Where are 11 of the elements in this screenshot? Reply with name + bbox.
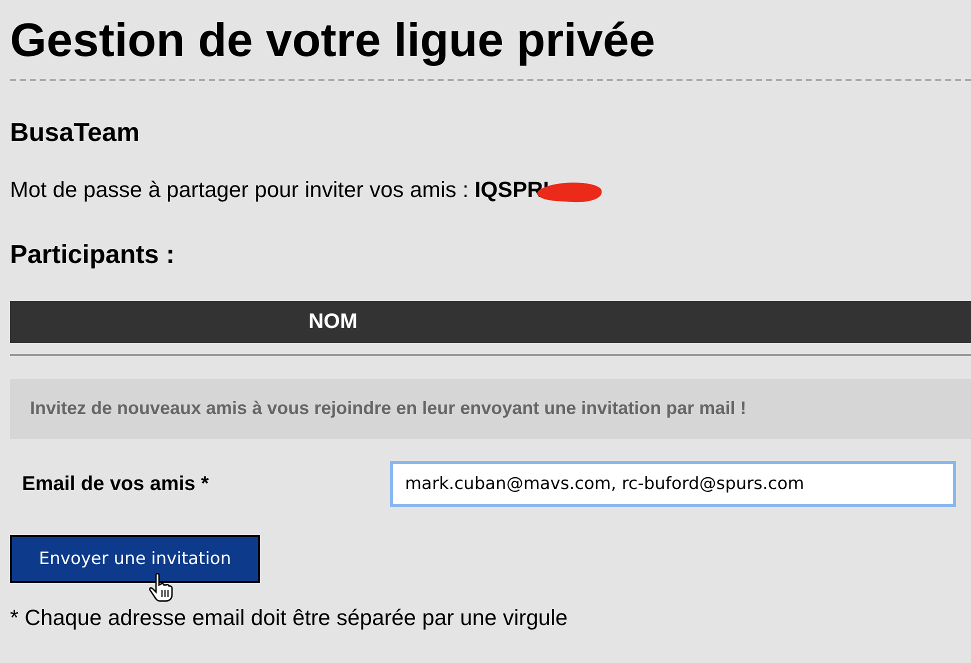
hand-cursor-icon — [148, 573, 174, 603]
participants-heading: Participants : — [10, 239, 176, 269]
column-header: NOM — [308, 309, 358, 335]
page-title: Gestion de votre ligue privée — [10, 12, 656, 66]
send-invitation-button[interactable]: Envoyer une invitation — [10, 535, 260, 583]
info-banner: Invitez de nouveaux amis à vous rejoindre en leur envoyant une invitation par mail ! — [10, 379, 971, 439]
email-field[interactable]: mark.cuban@mavs.com, rc-buford@spurs.com — [390, 461, 956, 507]
footnote: * Chaque adresse email doit être séparée par une virgule — [10, 605, 569, 631]
email-label: Email de vos amis * — [21, 472, 210, 496]
password-label: Mot de passe à partager pour inviter vos amis : — [10, 176, 469, 204]
league-name: BusaTeam — [10, 117, 141, 147]
